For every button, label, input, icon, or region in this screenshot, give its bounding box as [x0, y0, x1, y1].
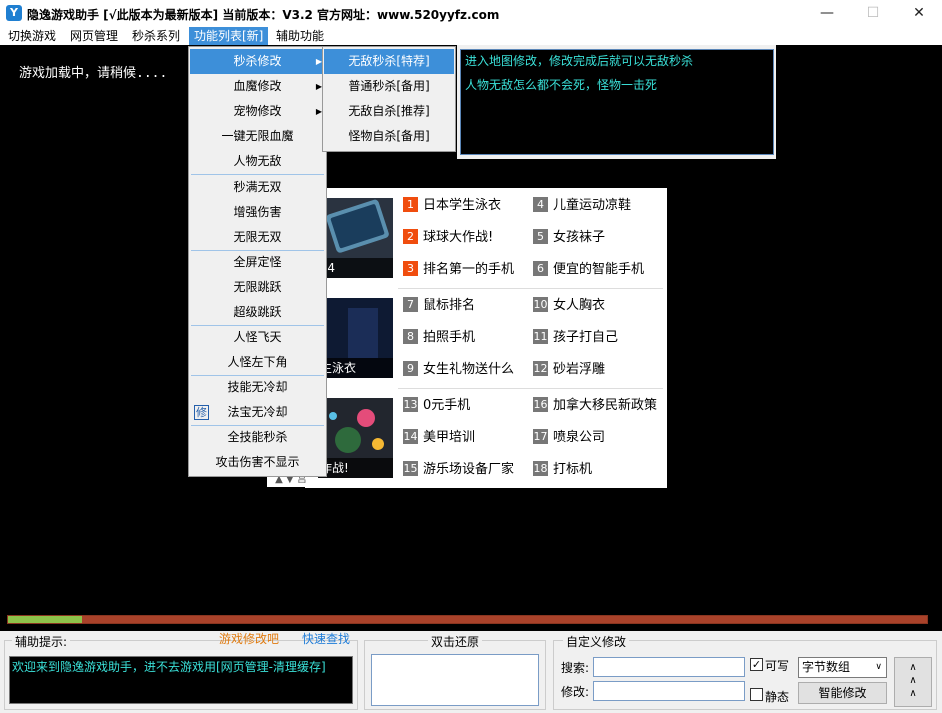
menu-switch-game[interactable]: 切换游戏 — [3, 27, 61, 45]
divider — [398, 388, 663, 389]
news-item[interactable]: 11 孩子打自己 — [533, 328, 618, 348]
menu-item-pet-modify[interactable]: 宠物修改 ▶ — [190, 99, 325, 124]
menu-instakill-series[interactable]: 秒杀系列 — [127, 27, 185, 45]
chevron-up-icon: ∧ — [909, 688, 917, 699]
info-panel: 进入地图修改，修改完成后就可以无敌秒杀 人物无敌怎么都不会死，怪物一击死 — [457, 45, 776, 159]
search-input[interactable] — [593, 657, 745, 677]
menu-item-freeze-monsters[interactable]: 全屏定怪 — [190, 250, 325, 275]
window-title: 隐逸游戏助手 [√此版本为最新版本] 当前版本：V3.2 官方网址：www.52… — [27, 8, 500, 22]
chevron-up-icon: ∧ — [909, 662, 917, 673]
news-thumbnail[interactable]: e4 — [318, 198, 393, 278]
menu-item-instant-musou[interactable]: 秒满无双 — [190, 175, 325, 200]
menu-web-manage[interactable]: 网页管理 — [65, 27, 123, 45]
menu-feature-list[interactable]: 功能列表[新] — [189, 27, 269, 45]
feature-dropdown-menu: 秒杀修改 ▶ 血魔修改 ▶ 宠物修改 ▶ 一键无限血魔 人物无敌 秒满无双 增强伤害 … — [188, 46, 327, 477]
quick-search-link[interactable]: 快速查找 — [302, 630, 350, 647]
news-item[interactable]: 17 喷泉公司 — [533, 428, 605, 448]
submenu-item-invincible-instakill[interactable]: 无敌秒杀[特荐] — [324, 49, 454, 74]
news-item[interactable]: 14 美甲培训 — [403, 428, 475, 448]
menu-item-boost-damage[interactable]: 增强伤害 — [190, 200, 325, 225]
news-item[interactable]: 2 球球大作战! — [403, 228, 493, 248]
news-thumbnail[interactable]: 生泳衣 — [318, 298, 393, 378]
smart-modify-button[interactable]: 智能修改 — [798, 682, 887, 704]
scroll-up-button[interactable]: ∧ ∧ ∧ — [894, 657, 932, 707]
news-item[interactable]: 10 女人胸衣 — [533, 296, 605, 316]
app-logo-icon: Y — [6, 5, 22, 21]
menu-item-bottom-left[interactable]: 人怪左下角 — [190, 350, 325, 375]
modify-label: 修改: — [561, 685, 590, 699]
menu-item-no-treasure-cooldown[interactable]: 修法宝无冷却 — [190, 400, 325, 425]
news-thumbnail[interactable]: 作战! — [318, 398, 393, 478]
loading-progress-bar — [7, 615, 928, 624]
writable-checkbox[interactable]: ✓ — [750, 658, 763, 671]
close-icon[interactable]: ✕ — [896, 0, 942, 27]
title-bar: Y 隐逸游戏助手 [√此版本为最新版本] 当前版本：V3.2 官方网址：www.… — [0, 0, 942, 27]
news-item[interactable]: 7 鼠标排名 — [403, 296, 475, 316]
info-panel-text: 进入地图修改，修改完成后就可以无敌秒杀 人物无敌怎么都不会死，怪物一击死 — [460, 49, 774, 155]
instakill-submenu: 无敌秒杀[特荐] 普通秒杀[备用] 无敌自杀[推荐] 怪物自杀[备用] — [322, 46, 456, 152]
custom-modify-label: 自定义修改 — [563, 633, 630, 650]
news-item[interactable]: 12 砂岩浮雕 — [533, 360, 605, 380]
news-item[interactable]: 5 女孩袜子 — [533, 228, 605, 248]
menu-item-super-jump[interactable]: 超级跳跃 — [190, 300, 325, 325]
bottom-panel: 辅助提示: 游戏修改吧 快速查找 欢迎来到隐逸游戏助手，进不去游戏用[网页管理-… — [0, 631, 942, 713]
menu-item-infinite-hp-mp[interactable]: 一键无限血魔 — [190, 124, 325, 149]
data-type-select[interactable]: 字节数组 ∨ — [798, 657, 887, 678]
search-label: 搜索: — [561, 661, 590, 675]
news-item[interactable]: 3 排名第一的手机 — [403, 260, 514, 280]
menu-item-no-skill-cooldown[interactable]: 技能无冷却 — [190, 375, 325, 400]
news-item[interactable]: 16 加拿大移民新政策 — [533, 396, 663, 416]
menu-item-fly[interactable]: 人怪飞天 — [190, 325, 325, 350]
news-item[interactable]: 15 游乐场设备厂家 — [403, 460, 514, 480]
divider — [398, 288, 663, 289]
tips-text: 欢迎来到隐逸游戏助手，进不去游戏用[网页管理-清理缓存] — [12, 660, 326, 674]
menu-bar: 切换游戏 网页管理 秒杀系列 功能列表[新] 辅助功能 — [0, 27, 942, 45]
submenu-item-invincible-suicide[interactable]: 无敌自杀[推荐] — [324, 99, 454, 124]
news-item[interactable]: 18 打标机 — [533, 460, 592, 480]
chevron-down-icon: ∨ — [875, 662, 882, 672]
submenu-item-monster-suicide[interactable]: 怪物自杀[备用] — [324, 124, 454, 149]
submenu-item-normal-instakill[interactable]: 普通秒杀[备用] — [324, 74, 454, 99]
writable-label: 可写 — [765, 659, 790, 673]
news-item[interactable]: 8 拍照手机 — [403, 328, 475, 348]
static-checkbox[interactable] — [750, 688, 763, 701]
news-item[interactable]: 9 女生礼物送什么 — [403, 360, 514, 380]
menu-item-instakill-modify[interactable]: 秒杀修改 ▶ — [190, 49, 325, 74]
tips-label: 辅助提示: — [12, 633, 71, 650]
news-item[interactable]: 6 便宜的智能手机 — [533, 260, 644, 280]
menu-item-hp-mp-modify[interactable]: 血魔修改 ▶ — [190, 74, 325, 99]
thumbnail-caption: 生泳衣 — [318, 358, 393, 378]
chevron-up-icon: ∧ — [909, 675, 917, 686]
menu-item-hide-damage[interactable]: 攻击伤害不显示 — [190, 450, 325, 475]
info-line: 进入地图修改，修改完成后就可以无敌秒杀 — [465, 54, 694, 68]
maximize-icon[interactable]: ☐ — [850, 0, 896, 27]
thumbnail-caption: e4 — [318, 258, 393, 278]
news-panel: e4 生泳衣 作战! 1 日本学生泳衣 4 儿童运动凉鞋 2 球球大作战! 5 女孩袜子… — [305, 188, 667, 488]
game-modify-link[interactable]: 游戏修改吧 — [219, 630, 279, 647]
menu-item-infinite-jump[interactable]: 无限跳跃 — [190, 275, 325, 300]
info-line: 人物无敌怎么都不会死，怪物一击死 — [465, 78, 658, 92]
modify-input[interactable] — [593, 681, 745, 701]
news-item[interactable]: 1 日本学生泳衣 — [403, 196, 501, 216]
thumbnail-caption: 作战! — [318, 458, 393, 478]
menu-assist[interactable]: 辅助功能 — [271, 27, 329, 45]
minimize-icon[interactable]: — — [804, 0, 850, 27]
news-item[interactable]: 4 儿童运动凉鞋 — [533, 196, 631, 216]
tips-textbox[interactable]: 欢迎来到隐逸游戏助手，进不去游戏用[网页管理-清理缓存] — [9, 656, 353, 704]
progress-fill — [8, 616, 82, 623]
menu-item-infinite-musou[interactable]: 无限无双 — [190, 225, 325, 250]
menu-item-god-mode[interactable]: 人物无敌 — [190, 149, 325, 174]
menu-item-all-skill-instakill[interactable]: 全技能秒杀 — [190, 425, 325, 450]
restore-label: 双击还原 — [428, 633, 483, 650]
loading-text: 游戏加载中，请稍候.... — [19, 66, 168, 81]
restore-listbox[interactable] — [371, 654, 539, 706]
modify-check-icon: 修 — [194, 405, 209, 420]
news-item[interactable]: 13 0元手机 — [403, 396, 470, 416]
static-label: 静态 — [765, 690, 790, 704]
